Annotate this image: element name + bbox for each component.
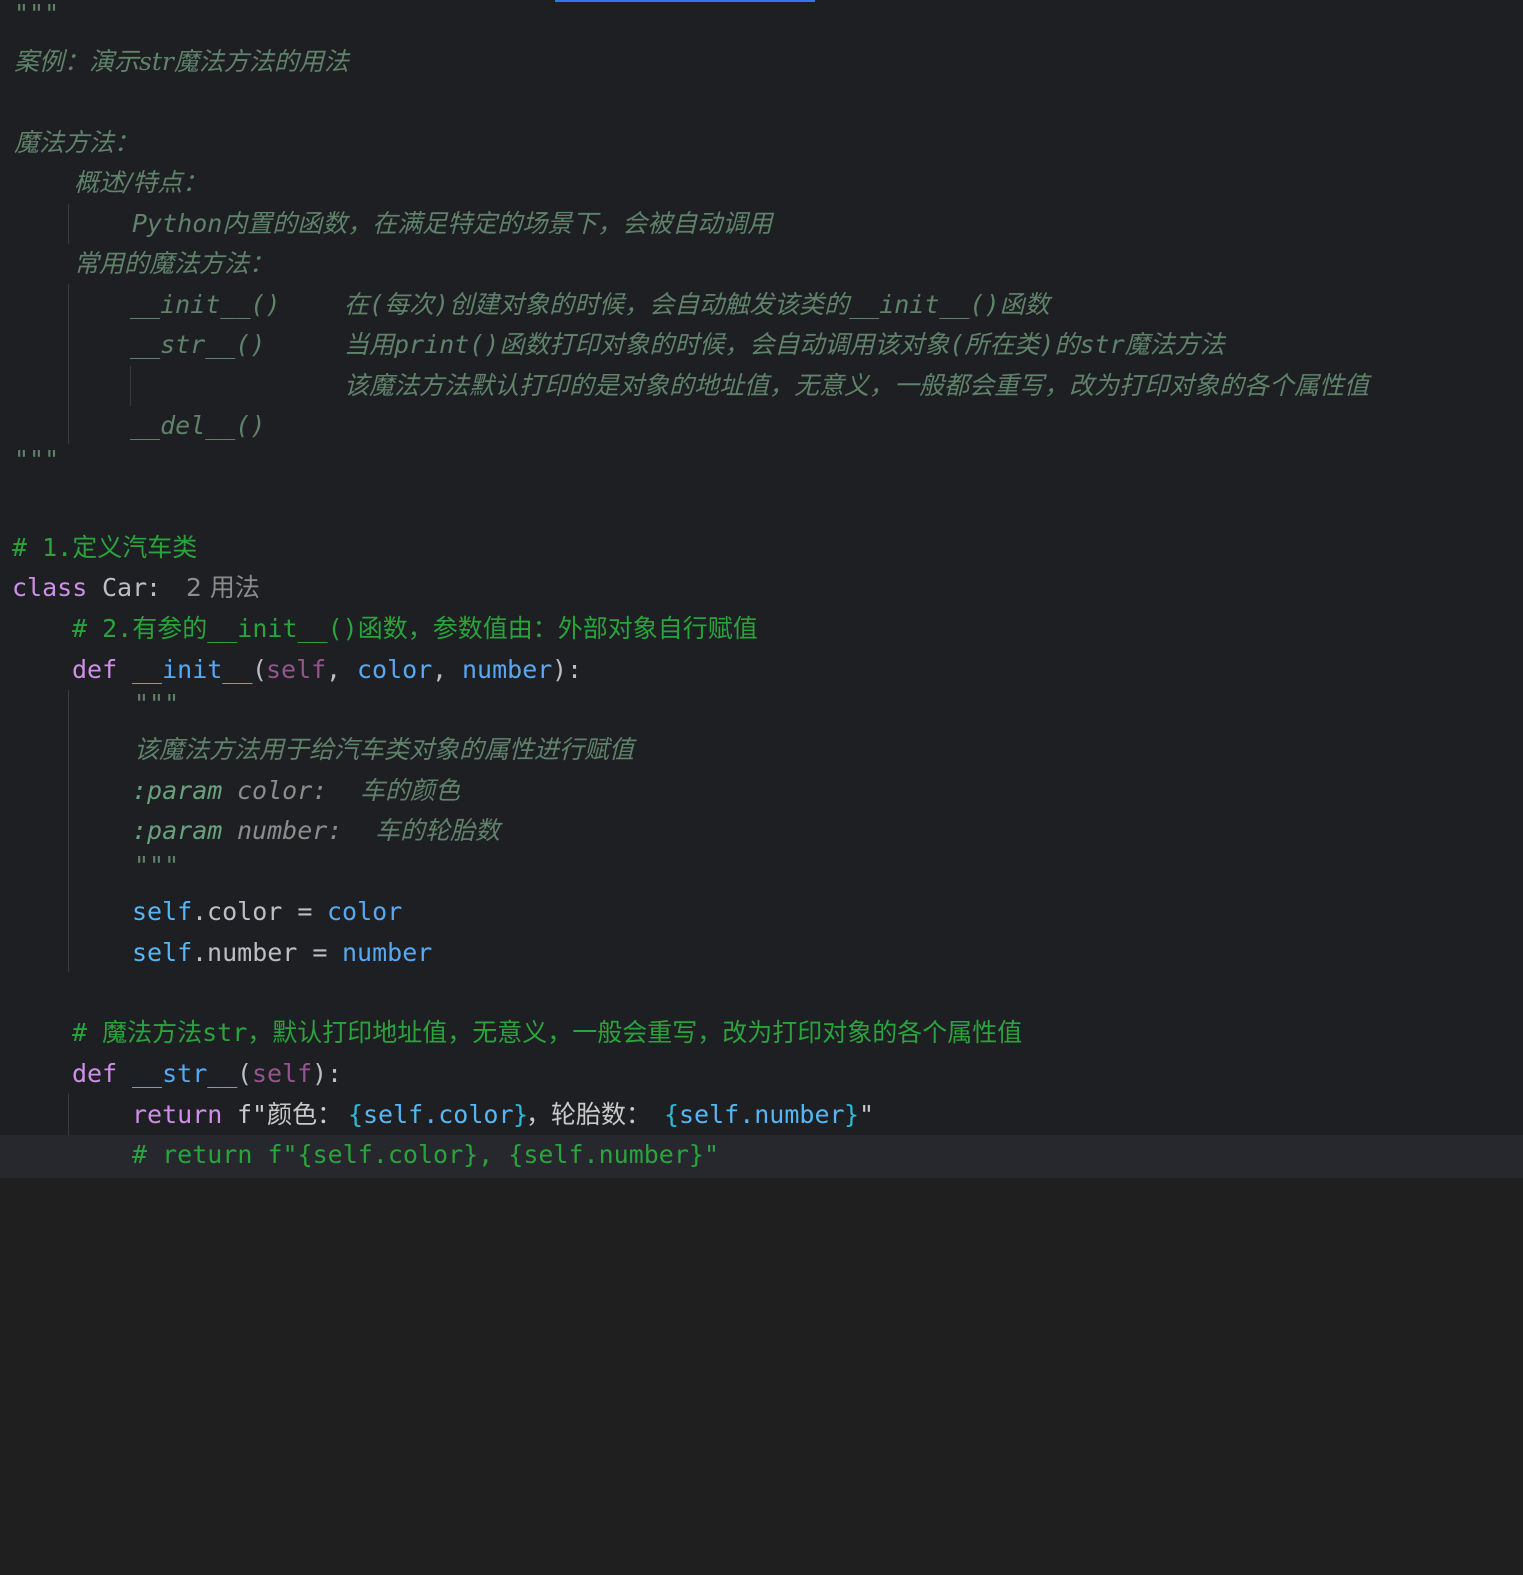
code-line: def __init__ ( self , color , number ): [0,650,1523,690]
code-line: Python内置的函数，在满足特定的场景下，会被自动调用 [0,204,1523,244]
docstring-title: 案例：演示str魔法方法的用法 [14,47,349,76]
function-name-str: __str__ [132,1059,238,1088]
keyword-class: class [12,573,88,602]
fstring-expr: self.color [363,1100,514,1129]
paren-close: ): [552,655,583,684]
fstring-expr: self.number [679,1100,845,1129]
param-tag: :param [132,816,223,845]
paren-close: ): [312,1059,343,1088]
assign-value: color [327,897,403,926]
code-line: __del__() [0,406,1523,446]
code-line: def __str__ ( self ): [0,1054,1523,1094]
comment-define-class: # 1.定义汽车类 [12,533,198,562]
param-number-desc: 车的轮胎数 [375,816,501,845]
docstring-close: """ [14,445,60,474]
docstring-method-name: __str__() [130,330,266,359]
code-line: """ [0,851,1523,892]
keyword-def: def [72,655,118,684]
comma: , [432,655,463,684]
docstring-overview-label: 概述/特点： [74,168,208,197]
code-line: # 1.定义汽车类 [0,528,1523,568]
code-line: return f"颜色： { self.color } ，轮胎数： { self… [0,1095,1523,1135]
code-line: __init__() 在(每次)创建对象的时候，会自动触发该类的__init__… [0,285,1523,325]
paren-open: ( [237,1059,253,1088]
fstring-brace: { [348,1100,364,1129]
usage-hint[interactable]: 2 用法 [186,568,260,608]
docstring-overview-text: Python内置的函数，在满足特定的场景下，会被自动调用 [132,209,773,238]
paren-open: ( [252,655,268,684]
self-ref: self [132,938,193,967]
code-line: 常用的魔法方法： [0,244,1523,284]
keyword-def: def [72,1059,118,1088]
param-color: color [357,655,433,684]
fstring-end: " [859,1100,875,1129]
class-colon: : [146,573,162,602]
comment-init: # 2.有参的__init__()函数，参数值由：外部对象自行赋值 [72,614,758,643]
fstring-prefix: f"颜色： [237,1100,343,1129]
assign-attr: .number = [192,938,343,967]
param-self: self [266,655,327,684]
assign-attr: .color = [192,897,328,926]
code-line: """ [0,0,1523,40]
keyword-return: return [132,1100,223,1129]
docstring-method-desc: 当用print()函数打印对象的时候，会自动调用该对象(所在类)的str魔法方法 [344,330,1225,359]
docstring-open: """ [14,0,60,28]
code-line: class Car : 2 用法 [0,568,1523,608]
current-code-line[interactable]: # return f"{self.color}, {self.number}" [0,1135,1523,1178]
param-color-desc: 车的颜色 [360,776,461,805]
init-doc-open: """ [134,689,180,718]
code-editor[interactable]: """ 案例：演示str魔法方法的用法 魔法方法： 概述/特点： Python内… [0,0,1523,1178]
code-line: self .number = number [0,933,1523,973]
code-line: # 魔法方法str，默认打印地址值，无意义，一般会重写，改为打印对象的各个属性值 [0,1013,1523,1053]
docstring-method-name: __init__() [130,290,281,319]
param-number: number [462,655,553,684]
code-line: # 2.有参的__init__()函数，参数值由：外部对象自行赋值 [0,609,1523,649]
code-line: self .color = color [0,892,1523,932]
param-color-name: color: [237,776,328,805]
docstring-method-name: __del__() [130,411,266,440]
code-line: 概述/特点： [0,163,1523,203]
fstring-brace: { [664,1100,680,1129]
code-line: 案例：演示str魔法方法的用法 [0,42,1523,82]
code-line: __str__() 当用print()函数打印对象的时候，会自动调用该对象(所在… [0,325,1523,365]
init-doc-close: """ [134,851,180,880]
code-line: """ [0,689,1523,730]
param-tag: :param [132,776,223,805]
param-self: self [252,1059,313,1088]
class-name: Car [102,573,148,602]
comment-str: # 魔法方法str，默认打印地址值，无意义，一般会重写，改为打印对象的各个属性值 [72,1018,1023,1047]
fstring-brace: } [844,1100,860,1129]
comma: , [326,655,357,684]
docstring-method-desc: 该魔法方法默认打印的是对象的地址值，无意义，一般都会重写，改为打印对象的各个属性… [344,371,1370,400]
code-line: """ [0,445,1523,486]
assign-value: number [342,938,433,967]
docstring-method-desc: 在(每次)创建对象的时候，会自动触发该类的__init__()函数 [344,290,1050,319]
code-line: :param number: 车的轮胎数 [0,811,1523,851]
code-line: 该魔法方法用于给汽车类对象的属性进行赋值 [0,730,1523,770]
docstring-section: 魔法方法： [14,128,140,157]
docstring-common-label: 常用的魔法方法： [74,249,275,278]
self-ref: self [132,897,193,926]
code-line: 该魔法方法默认打印的是对象的地址值，无意义，一般都会重写，改为打印对象的各个属性… [0,366,1523,406]
code-line: :param color: 车的颜色 [0,771,1523,811]
fstring-mid: ，轮胎数： [526,1100,652,1129]
param-number-name: number: [237,816,343,845]
init-doc-text: 该魔法方法用于给汽车类对象的属性进行赋值 [134,735,635,764]
comment-alt-return: # return f"{self.color}, {self.number}" [132,1140,719,1169]
code-line: 魔法方法： [0,123,1523,163]
